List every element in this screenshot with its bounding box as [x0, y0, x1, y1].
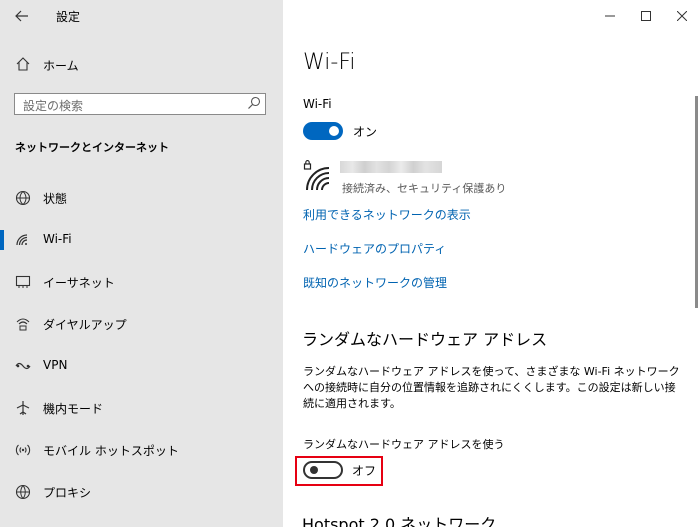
random-hw-toggle-state: オフ [352, 464, 377, 478]
vpn-icon [14, 358, 32, 374]
scrollbar[interactable] [695, 96, 698, 308]
random-hw-description: ランダムなハードウェア アドレスを使って、さまざまな Wi-Fi ネットワークへ… [303, 365, 680, 410]
wifi-icon [14, 232, 32, 248]
home-nav[interactable]: ホーム [0, 52, 283, 78]
toggle-knob [329, 126, 339, 136]
close-button[interactable] [664, 0, 700, 32]
search-input[interactable]: 設定の検索 [14, 93, 266, 115]
search-icon[interactable] [247, 96, 261, 110]
sidebar-item-label: 機内モード [43, 402, 104, 416]
sidebar-item-label: プロキシ [43, 486, 92, 500]
wifi-toggle-label: Wi-Fi [303, 97, 332, 111]
minimize-icon [605, 15, 615, 17]
window-controls [592, 0, 700, 32]
hotspot-icon [14, 442, 32, 458]
titlebar: 設定 [0, 0, 283, 32]
sidebar-item-label: 状態 [43, 192, 68, 206]
sidebar-item-wifi[interactable]: Wi-Fi [0, 224, 283, 256]
sidebar-item-label: VPN [43, 358, 68, 372]
sidebar-item-vpn[interactable]: VPN [0, 350, 283, 382]
sidebar: 設定 ホーム 設定の検索 ネットワークとインターネット 状態 Wi-Fi イーサ… [0, 0, 283, 527]
network-status: 接続済み、セキュリティ保護あり [342, 182, 507, 195]
hardware-properties-link[interactable]: ハードウェアのプロパティ [303, 240, 446, 257]
network-name-redacted [340, 161, 442, 173]
main-content: Wi-Fi Wi-Fi オン 接続済み、セキュリティ保護あり 利用できるネットワ… [283, 0, 700, 527]
sidebar-item-label: ダイヤルアップ [43, 318, 127, 332]
sidebar-item-dialup[interactable]: ダイヤルアップ [0, 308, 283, 340]
sidebar-item-hotspot[interactable]: モバイル ホットスポット [0, 434, 283, 466]
close-icon [677, 11, 687, 21]
maximize-icon [641, 11, 651, 21]
globe-icon [14, 190, 32, 206]
manage-known-networks-link[interactable]: 既知のネットワークの管理 [303, 274, 447, 291]
section-title: ネットワークとインターネット [15, 141, 169, 154]
wifi-toggle[interactable] [303, 122, 343, 140]
home-icon [16, 57, 30, 71]
dialup-icon [14, 316, 32, 332]
home-label: ホーム [43, 59, 79, 73]
sidebar-item-status[interactable]: 状態 [0, 182, 283, 214]
proxy-globe-icon [14, 484, 32, 500]
random-hw-title: ランダムなハードウェア アドレス [302, 330, 548, 349]
show-available-networks-link[interactable]: 利用できるネットワークの表示 [303, 206, 471, 223]
ethernet-icon [14, 274, 32, 290]
wifi-toggle-state: オン [353, 125, 378, 139]
toggle-knob [310, 466, 318, 474]
arrow-left-icon [15, 10, 28, 22]
maximize-button[interactable] [628, 0, 664, 32]
back-button[interactable] [10, 6, 34, 26]
sidebar-item-proxy[interactable]: プロキシ [0, 476, 283, 508]
hotspot2-section-title: Hotspot 2.0 ネットワーク [302, 515, 497, 527]
sidebar-item-label: イーサネット [43, 276, 115, 290]
random-hw-toggle[interactable] [303, 461, 343, 479]
app-title: 設定 [56, 10, 81, 24]
sidebar-item-airplane[interactable]: 機内モード [0, 392, 283, 424]
sidebar-item-label: Wi-Fi [43, 232, 72, 246]
minimize-button[interactable] [592, 0, 628, 32]
airplane-icon [14, 400, 32, 416]
sidebar-item-ethernet[interactable]: イーサネット [0, 266, 283, 298]
random-hw-toggle-label: ランダムなハードウェア アドレスを使う [303, 438, 505, 451]
sidebar-item-label: モバイル ホットスポット [43, 444, 179, 458]
page-title: Wi-Fi [303, 50, 356, 75]
active-indicator [0, 230, 4, 250]
wifi-secured-icon [303, 160, 330, 191]
search-placeholder: 設定の検索 [23, 99, 84, 113]
